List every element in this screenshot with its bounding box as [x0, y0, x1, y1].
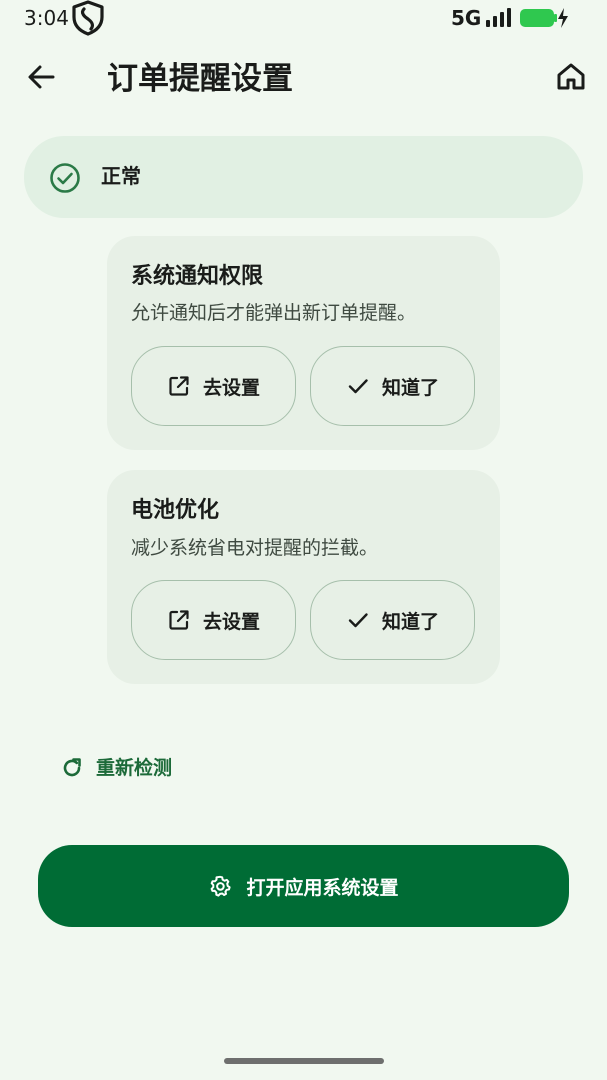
- home-indicator[interactable]: [224, 1058, 384, 1064]
- gear-icon: [211, 875, 232, 897]
- go-settings-label: 去设置: [202, 376, 260, 399]
- back-button[interactable]: [22, 57, 62, 97]
- arrow-left-icon: [28, 65, 55, 89]
- battery-charging-icon: [519, 7, 569, 29]
- status-label: 正常: [101, 164, 141, 188]
- shield-icon: [71, 0, 105, 36]
- home-button[interactable]: [551, 57, 591, 97]
- recheck-label: 重新检测: [96, 757, 173, 779]
- card-title: 系统通知权限: [131, 264, 264, 289]
- check-circle-icon: [48, 161, 82, 195]
- open-app-system-settings-label: 打开应用系统设置: [246, 876, 399, 899]
- recheck-button[interactable]: 重新检测: [60, 752, 172, 784]
- card-description: 减少系统省电对提醒的拦截。: [131, 537, 379, 559]
- open-app-system-settings-button[interactable]: 打开应用系统设置: [38, 845, 569, 927]
- open-external-icon: [169, 610, 189, 630]
- signal-icon: [485, 8, 513, 28]
- status-time: 3:04: [24, 6, 69, 30]
- acknowledge-label: 知道了: [381, 610, 439, 633]
- check-icon: [348, 379, 368, 394]
- check-icon: [348, 613, 368, 628]
- open-external-icon: [169, 376, 189, 396]
- acknowledge-button[interactable]: 知道了: [310, 580, 475, 660]
- go-settings-button[interactable]: 去设置: [131, 346, 296, 426]
- home-icon: [557, 63, 585, 90]
- go-settings-button[interactable]: 去设置: [131, 580, 296, 660]
- refresh-icon: [63, 758, 81, 777]
- network-type: 5G: [451, 6, 482, 30]
- card-description: 允许通知后才能弹出新订单提醒。: [131, 302, 417, 324]
- go-settings-label: 去设置: [202, 610, 260, 633]
- page-title: 订单提醒设置: [107, 61, 293, 97]
- acknowledge-label: 知道了: [381, 376, 439, 399]
- acknowledge-button[interactable]: 知道了: [310, 346, 475, 426]
- card-title: 电池优化: [131, 498, 220, 523]
